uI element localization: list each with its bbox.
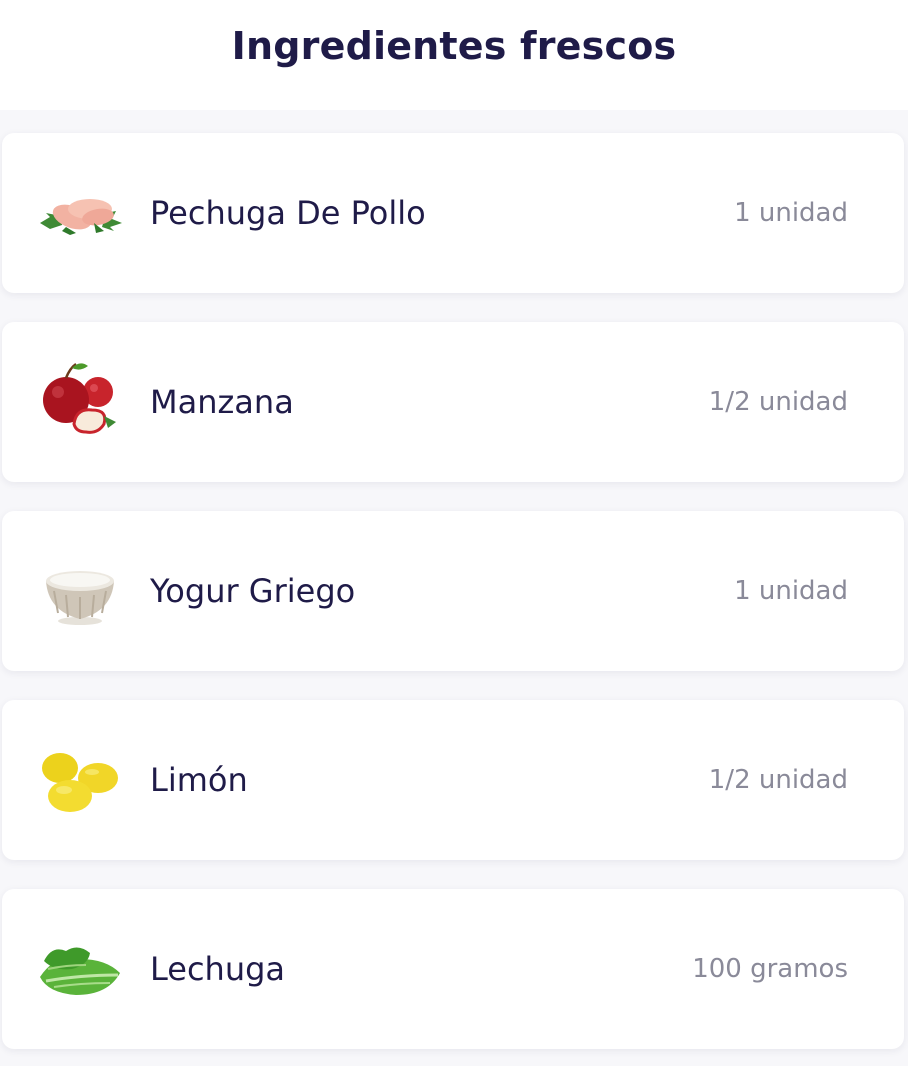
ingredient-name: Lechuga: [150, 950, 286, 988]
ingredient-card-pechuga-de-pollo[interactable]: Pechuga De Pollo 1 unidad: [2, 133, 904, 293]
ingredient-card-manzana[interactable]: Manzana 1/2 unidad: [2, 322, 904, 482]
ingredient-card-lechuga[interactable]: Lechuga 100 gramos: [2, 889, 904, 1049]
ingredient-name: Manzana: [150, 383, 294, 421]
ingredient-quantity: 1/2 unidad: [708, 387, 848, 417]
ingredient-name: Yogur Griego: [150, 572, 356, 610]
yogurt-bowl-icon: [46, 571, 114, 625]
apple-icon: [43, 362, 116, 434]
ingredient-card-yogur-griego[interactable]: Yogur Griego 1 unidad: [2, 511, 904, 671]
ingredient-quantity: 1 unidad: [734, 576, 848, 606]
chicken-breast-icon: [40, 199, 122, 235]
ingredient-quantity: 1/2 unidad: [708, 765, 848, 795]
ingredient-quantity: 100 gramos: [692, 954, 848, 984]
lemon-icon: [42, 753, 118, 812]
ingredient-name: Limón: [150, 761, 248, 799]
lettuce-icon: [40, 947, 120, 995]
ingredient-card-limon[interactable]: Limón 1/2 unidad: [2, 700, 904, 860]
ingredient-quantity: 1 unidad: [734, 198, 848, 228]
ingredient-name: Pechuga De Pollo: [150, 194, 426, 232]
ingredient-list: Pechuga De Pollo 1 unidad Manzana 1/2 un…: [0, 0, 908, 1066]
